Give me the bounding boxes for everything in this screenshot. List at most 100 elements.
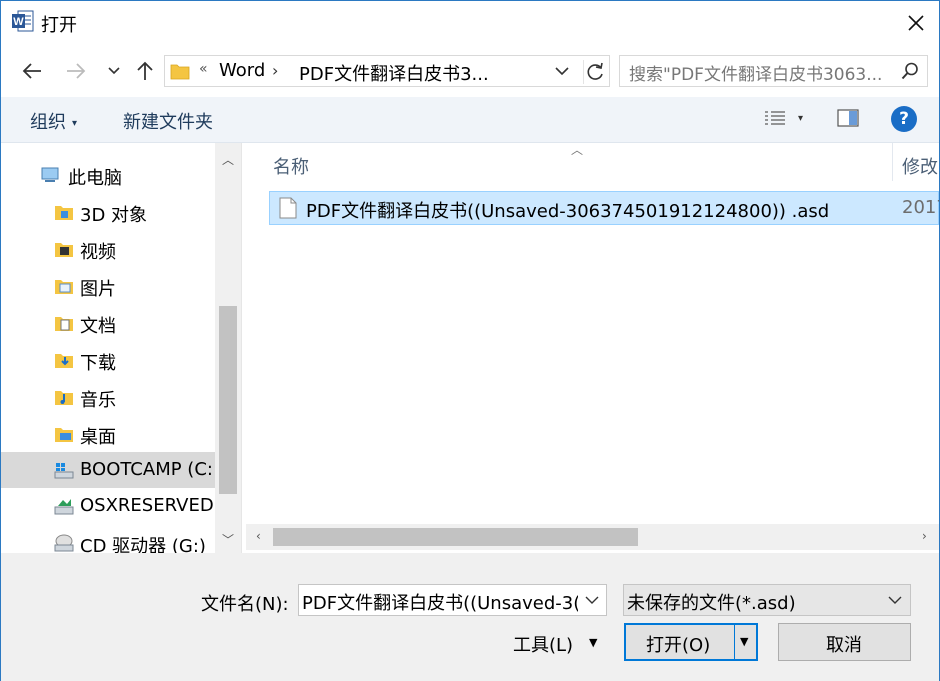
refresh-icon [587,62,603,80]
nav-bootcamp-drive[interactable]: BOOTCAMP (C: [1,452,215,488]
open-file-dialog: W 打开 « Word › PDF文件翻译白皮书3... 搜索"PDF文件翻译白… [0,0,940,681]
nav-pictures[interactable]: 图片 [1,268,215,304]
nav-label: 下载 [80,353,116,374]
hscroll-thumb[interactable] [273,528,638,546]
nav-downloads[interactable]: 下载 [1,342,215,378]
search-icon [901,62,918,80]
windows-drive-icon [54,463,74,479]
chevron-down-icon [108,67,120,75]
nav-documents[interactable]: 文档 [1,305,215,341]
computer-icon [41,167,59,182]
file-icon [279,197,297,219]
new-folder-button[interactable]: 新建文件夹 [123,108,213,134]
nav-this-pc[interactable]: 此电脑 [1,157,215,193]
nav-scroll-thumb[interactable] [219,306,237,494]
breadcrumb-overflow[interactable]: « [199,61,208,77]
scroll-down-icon[interactable]: ﹀ [222,531,234,548]
forward-button[interactable] [64,59,88,83]
search-box[interactable]: 搜索"PDF文件翻译白皮书3063... [619,55,928,87]
svg-text:W: W [13,16,24,28]
split-divider [734,625,735,659]
folder-video-icon [55,243,73,257]
open-button[interactable]: 打开(O) ▼ [624,623,758,661]
file-date: 2017 [902,197,939,218]
window-title: 打开 [41,15,77,36]
command-bar: 组织 ▾ 新建文件夹 ▾ ? [1,97,939,143]
file-list-hscrollbar[interactable]: ‹ › [246,524,939,550]
sort-ascending-icon: ︿ [571,143,584,157]
scroll-right-icon[interactable]: › [922,529,927,543]
dialog-footer: 文件名(N): PDF文件翻译白皮书((Unsaved-3( 未保存的文件(*.… [1,553,939,681]
nav-label: 文档 [80,316,116,337]
folder-icon [170,64,190,80]
nav-label: 3D 对象 [80,205,148,226]
nav-3d-objects[interactable]: 3D 对象 [1,194,215,230]
drive-icon [54,499,74,515]
view-details-icon[interactable] [764,110,786,128]
cancel-button[interactable]: 取消 [778,623,911,661]
caret-down-icon[interactable]: ▼ [589,636,597,649]
nav-label: 视频 [80,242,116,263]
column-divider[interactable] [892,143,893,181]
word-icon: W [12,10,34,32]
chevron-down-icon[interactable] [585,593,599,607]
nav-osxreserved-drive[interactable]: OSXRESERVED [1,488,215,524]
nav-label: BOOTCAMP (C: [80,459,213,480]
arrow-left-icon [22,63,41,79]
cancel-label: 取消 [826,635,862,656]
title-bar: W 打开 [1,1,939,45]
filetype-select[interactable]: 未保存的文件(*.asd) [623,584,911,616]
nav-desktop[interactable]: 桌面 [1,416,215,452]
breadcrumb-word[interactable]: Word [219,60,265,81]
folder-3d-icon [55,206,73,220]
filename-value: PDF文件翻译白皮书((Unsaved-3( [302,593,578,614]
breadcrumb-current-folder[interactable]: PDF文件翻译白皮书3... [299,60,489,86]
file-list: ︿ 名称 修改 PDF文件翻译白皮书((Unsaved-306374501912… [246,143,939,553]
nav-label: CD 驱动器 (G:) [80,536,206,553]
caret-down-icon[interactable]: ▼ [740,635,748,648]
recent-locations-button[interactable] [102,59,126,83]
file-name: PDF文件翻译白皮书((Unsaved-306374501912124800))… [306,201,830,222]
scroll-left-icon[interactable]: ‹ [256,529,261,543]
address-row: « Word › PDF文件翻译白皮书3... 搜索"PDF文件翻译白皮书306… [1,45,939,97]
folder-desktop-icon [55,428,73,442]
filename-label: 文件名(N): [201,594,289,615]
nav-label: 音乐 [80,390,116,411]
arrow-right-icon [67,63,86,79]
organize-menu[interactable]: 组织 ▾ [30,108,77,134]
breadcrumb-separator[interactable]: › [272,61,278,80]
close-button[interactable] [893,1,939,45]
nav-music[interactable]: 音乐 [1,379,215,415]
scroll-up-icon[interactable]: ︿ [222,151,234,168]
file-row[interactable]: PDF文件翻译白皮书((Unsaved-306374501912124800))… [269,191,939,225]
column-header-date[interactable]: 修改 [902,153,938,193]
search-placeholder: 搜索"PDF文件翻译白皮书3063... [629,65,883,85]
chevron-down-icon [888,596,902,604]
nav-scrollbar[interactable]: ︿ ﹀ [215,143,241,553]
tools-button[interactable]: 工具(L) [513,631,573,657]
cd-drive-icon [54,534,74,552]
nav-videos[interactable]: 视频 [1,231,215,267]
nav-cd-drive[interactable]: CD 驱动器 (G:) [1,525,215,553]
folder-downloads-icon [55,354,73,368]
caret-down-icon: ▾ [72,117,78,129]
address-bar[interactable]: « Word › PDF文件翻译白皮书3... [164,55,610,87]
column-header-name[interactable]: 名称 [273,153,309,193]
nav-label: 图片 [80,279,116,300]
close-icon [908,15,924,31]
folder-music-icon [55,391,73,405]
nav-label: 此电脑 [68,168,122,189]
navigation-pane: 此电脑 3D 对象 视频 图片 文档 下载 音乐 桌面 BOOTCAMP (C:… [1,143,241,553]
refresh-button[interactable] [583,60,607,84]
folder-documents-icon [55,317,73,331]
nav-label: 桌面 [80,427,116,448]
view-options-caret[interactable]: ▾ [798,113,803,124]
back-button[interactable] [20,59,44,83]
filename-input[interactable]: PDF文件翻译白皮书((Unsaved-3( [298,584,607,616]
open-label: 打开(O) [646,635,711,656]
nav-label: OSXRESERVED [80,495,214,516]
chevron-down-icon[interactable] [555,62,569,80]
help-button[interactable]: ? [891,106,917,132]
up-button[interactable] [133,59,157,83]
preview-pane-icon[interactable] [837,109,859,127]
